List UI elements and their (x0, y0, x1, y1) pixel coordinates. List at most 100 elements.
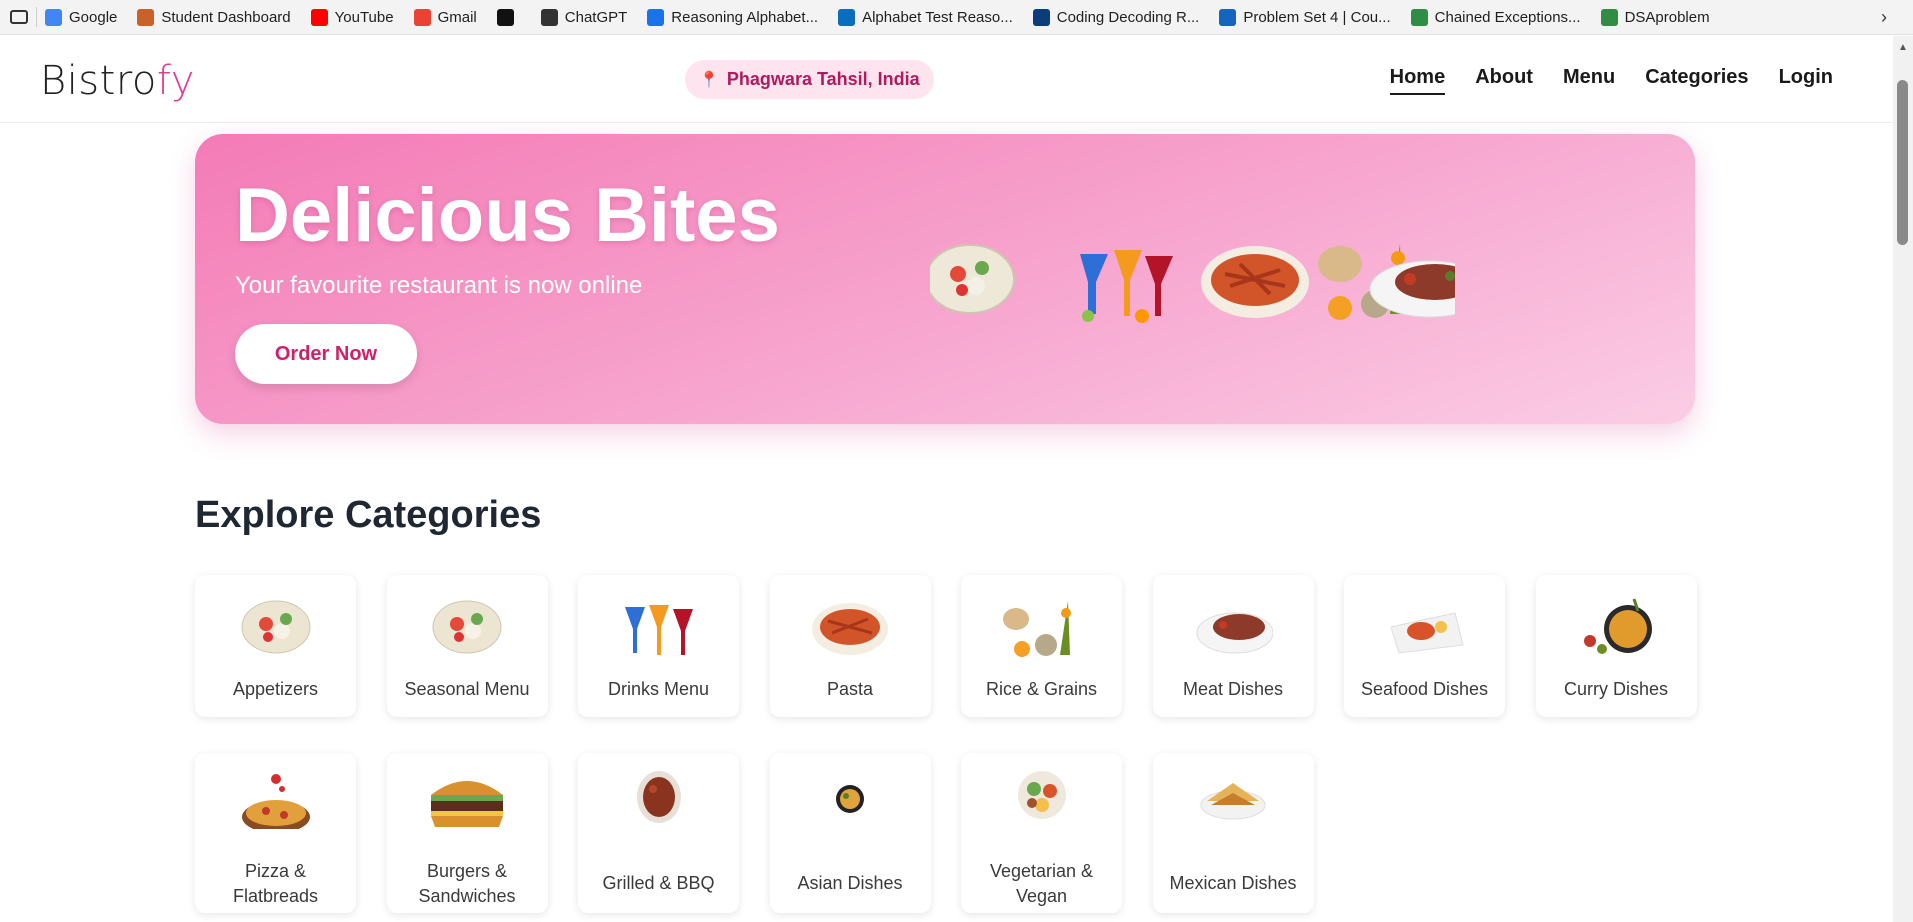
category-label: Meat Dishes (1182, 679, 1284, 699)
category-card-veg-bowl[interactable]: Vegetarian & Vegan (961, 753, 1122, 913)
category-label: Seasonal Menu (404, 679, 530, 699)
site-header: Bistrofy 📍 Phagwara Tahsil, India Home Ab… (0, 36, 1893, 123)
curry-pan-image (1584, 598, 1652, 654)
category-label: Mexican Dishes (1169, 873, 1297, 893)
pasta-bowl-image (812, 603, 888, 655)
gfg-icon (1600, 8, 1618, 26)
rice-spices-image (1002, 601, 1071, 657)
category-label: Seafood Dishes (1360, 679, 1489, 699)
category-label: Asian Dishes (797, 873, 903, 893)
hero-banner: Delicious Bites Your favourite restauran… (195, 134, 1695, 424)
logo-accent: fy (156, 58, 195, 104)
pasta-bowl-image (1201, 246, 1309, 318)
bookmark-label: YouTube (334, 8, 394, 26)
bookmark-item[interactable] (496, 3, 521, 31)
category-card-rice-spices[interactable]: Rice & Grains (961, 575, 1122, 717)
map-pin-icon: 📍 (699, 71, 719, 89)
bookmark-label: Student Dashboard (161, 8, 291, 26)
scrollbar-thumb[interactable] (1897, 80, 1908, 245)
basketball-icon (137, 8, 155, 26)
gfg-icon (1410, 8, 1428, 26)
category-card-cocktail-glasses[interactable]: Drinks Menu (578, 575, 739, 717)
bookmark-item[interactable]: Alphabet Test Reaso... (838, 3, 1013, 31)
nav-link-home[interactable]: Home (1389, 66, 1446, 95)
category-label: Vegetarian & Vegan (989, 861, 1094, 906)
bookmark-label: Problem Set 4 | Cou... (1243, 8, 1391, 26)
bookmark-item[interactable]: YouTube (310, 3, 394, 31)
dots-app-icon (496, 8, 514, 26)
scrollbar[interactable]: ▲ (1893, 36, 1913, 922)
grilled-meat-image (636, 771, 681, 823)
salad-plate-image (432, 600, 502, 654)
gmail-icon (413, 8, 431, 26)
veg-bowl-image (1017, 771, 1066, 819)
bookmark-item[interactable]: Gmail (413, 3, 477, 31)
bookmark-item[interactable]: Problem Set 4 | Cou... (1219, 3, 1391, 31)
nav-link-categories[interactable]: Categories (1645, 66, 1748, 95)
category-card-grilled-meat[interactable]: Grilled & BBQ (578, 753, 739, 913)
burger-image (431, 781, 503, 827)
category-card-pizza[interactable]: Pizza & Flatbreads (195, 753, 356, 913)
category-card-asian-bowl[interactable]: Asian Dishes (769, 753, 931, 913)
category-card-curry-pan[interactable]: Curry Dishes (1535, 575, 1697, 717)
category-card-steak-plate[interactable]: Meat Dishes (1152, 575, 1314, 717)
bookmark-item[interactable]: Coding Decoding R... (1032, 3, 1200, 31)
bookmark-flag-icon (838, 8, 856, 26)
seafood-plate-image (1389, 612, 1464, 654)
category-label: Burgers & Sandwiches (418, 861, 516, 906)
scroll-up-arrow-icon[interactable]: ▲ (1898, 42, 1908, 53)
tab-list-icon[interactable] (10, 10, 28, 24)
order-now-button[interactable]: Order Now (235, 324, 417, 384)
bookmark-label: Google (69, 8, 118, 26)
youtube-icon (310, 8, 328, 26)
quesadilla-image (1200, 783, 1266, 820)
category-card-salad-plate[interactable]: Appetizers (195, 575, 356, 717)
category-label: Drinks Menu (607, 679, 710, 699)
bookmark-item[interactable]: ChatGPT (540, 3, 628, 31)
asian-bowl-image (836, 785, 864, 813)
bookmark-label: DSAproblem (1624, 8, 1710, 26)
bookmark-item[interactable]: Google (45, 3, 117, 31)
location-text: Phagwara Tahsil, India (726, 69, 920, 89)
nav-link-login[interactable]: Login (1779, 66, 1833, 95)
hero-title: Delicious Bites (235, 173, 780, 258)
c-logo-icon (1219, 8, 1237, 26)
bookmark-label: Chained Exceptions... (1434, 8, 1581, 26)
chatgpt-icon (540, 8, 558, 26)
bookmark-list: Google Student Dashboard YouTube Gmail ChatG… (45, 3, 1730, 31)
chevron-right-icon[interactable]: › (1881, 7, 1887, 28)
category-label: Rice & Grains (985, 679, 1098, 699)
location-pill[interactable]: 📍 Phagwara Tahsil, India (685, 60, 934, 99)
pizza-image (241, 774, 310, 829)
bookmark-label: ChatGPT (564, 8, 628, 26)
divider (36, 7, 37, 27)
bookmark-label: Reasoning Alphabet... (671, 8, 819, 26)
logo-main: Bistro (40, 58, 157, 104)
bookmark-item[interactable]: Student Dashboard (137, 3, 291, 31)
bookmark-item[interactable]: DSAproblem (1600, 3, 1710, 31)
category-card-salad-plate[interactable]: Seasonal Menu (386, 575, 548, 717)
logo[interactable]: Bistrofy (40, 58, 195, 104)
bookmark-label: Coding Decoding R... (1056, 8, 1200, 26)
category-label: Appetizers (232, 679, 319, 699)
arrow-circle-icon (647, 8, 665, 26)
bookmark-label: Gmail (437, 8, 477, 26)
steak-plate-image (1196, 612, 1273, 654)
nav-link-menu[interactable]: Menu (1563, 66, 1615, 95)
bookmark-item[interactable]: Chained Exceptions... (1410, 3, 1581, 31)
salad-plate-image (930, 244, 1015, 314)
category-card-quesadilla[interactable]: Mexican Dishes (1152, 753, 1314, 913)
categories-title: Explore Categories (195, 494, 542, 536)
main-nav: Home About Menu Categories Login (1389, 66, 1833, 95)
category-card-pasta-bowl[interactable]: Pasta (769, 575, 931, 717)
hero-food-gallery (930, 244, 1455, 323)
category-label: Pasta (826, 679, 874, 699)
bookmark-item[interactable]: Reasoning Alphabet... (647, 3, 818, 31)
category-card-burger[interactable]: Burgers & Sandwiches (386, 753, 548, 913)
nav-link-about[interactable]: About (1475, 66, 1533, 95)
category-card-seafood-plate[interactable]: Seafood Dishes (1344, 575, 1505, 717)
category-label: Grilled & BBQ (602, 873, 715, 893)
salad-plate-image (241, 600, 310, 654)
bookmarks-bar: Google Student Dashboard YouTube Gmail ChatG… (0, 0, 1913, 35)
hero-subtitle: Your favourite restaurant is now online (235, 272, 643, 299)
